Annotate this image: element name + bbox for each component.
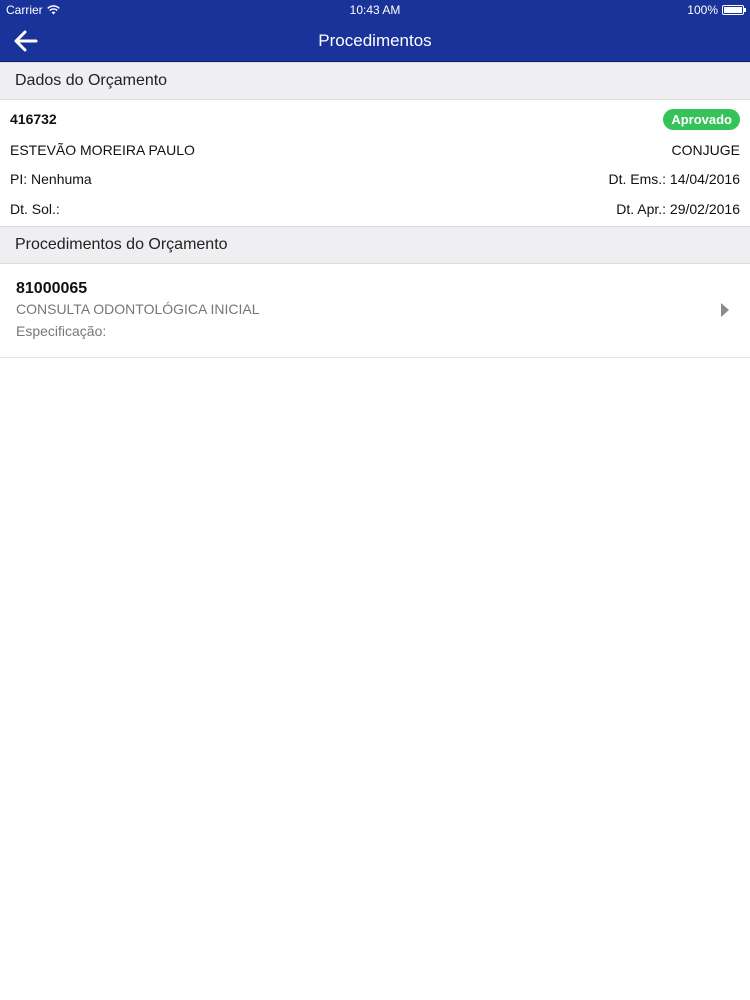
budget-details-card: 416732 Aprovado ESTEVÃO MOREIRA PAULO CO…: [0, 100, 750, 226]
pi-row: PI: Nenhuma Dt. Ems.: 14/04/2016: [10, 169, 740, 189]
pi-label: PI: Nenhuma: [10, 171, 92, 187]
procedure-code: 81000065: [16, 280, 88, 297]
request-date: Dt. Sol.:: [10, 201, 60, 217]
budget-id-row: 416732 Aprovado: [10, 108, 740, 130]
battery-icon: [722, 5, 746, 15]
battery-percent: 100%: [687, 3, 718, 17]
procedure-specification: Especificação:: [16, 323, 107, 339]
page-title: Procedimentos: [318, 31, 432, 50]
procedure-list-item[interactable]: 81000065 CONSULTA ODONTOLÓGICA INICIAL E…: [0, 264, 750, 358]
status-time: 10:43 AM: [349, 3, 401, 17]
budget-id: 416732: [10, 111, 57, 127]
emission-date: Dt. Ems.: 14/04/2016: [608, 171, 740, 187]
budget-section-header: Dados do Orçamento: [0, 62, 750, 100]
procedure-description: CONSULTA ODONTOLÓGICA INICIAL: [16, 301, 260, 317]
patient-name: ESTEVÃO MOREIRA PAULO: [10, 142, 195, 158]
nav-bar: Procedimentos: [0, 20, 750, 62]
battery-indicator: 100%: [687, 3, 746, 17]
chevron-right-icon: [721, 303, 729, 317]
patient-row: ESTEVÃO MOREIRA PAULO CONJUGE: [10, 140, 740, 160]
status-badge: Aprovado: [663, 108, 740, 130]
status-bar: Carrier 10:43 AM 100%: [0, 0, 750, 20]
relation-label: CONJUGE: [671, 142, 740, 158]
approval-date: Dt. Apr.: 29/02/2016: [616, 201, 740, 217]
procedures-section-header: Procedimentos do Orçamento: [0, 226, 750, 264]
dates-row: Dt. Sol.: Dt. Apr.: 29/02/2016: [10, 199, 740, 219]
